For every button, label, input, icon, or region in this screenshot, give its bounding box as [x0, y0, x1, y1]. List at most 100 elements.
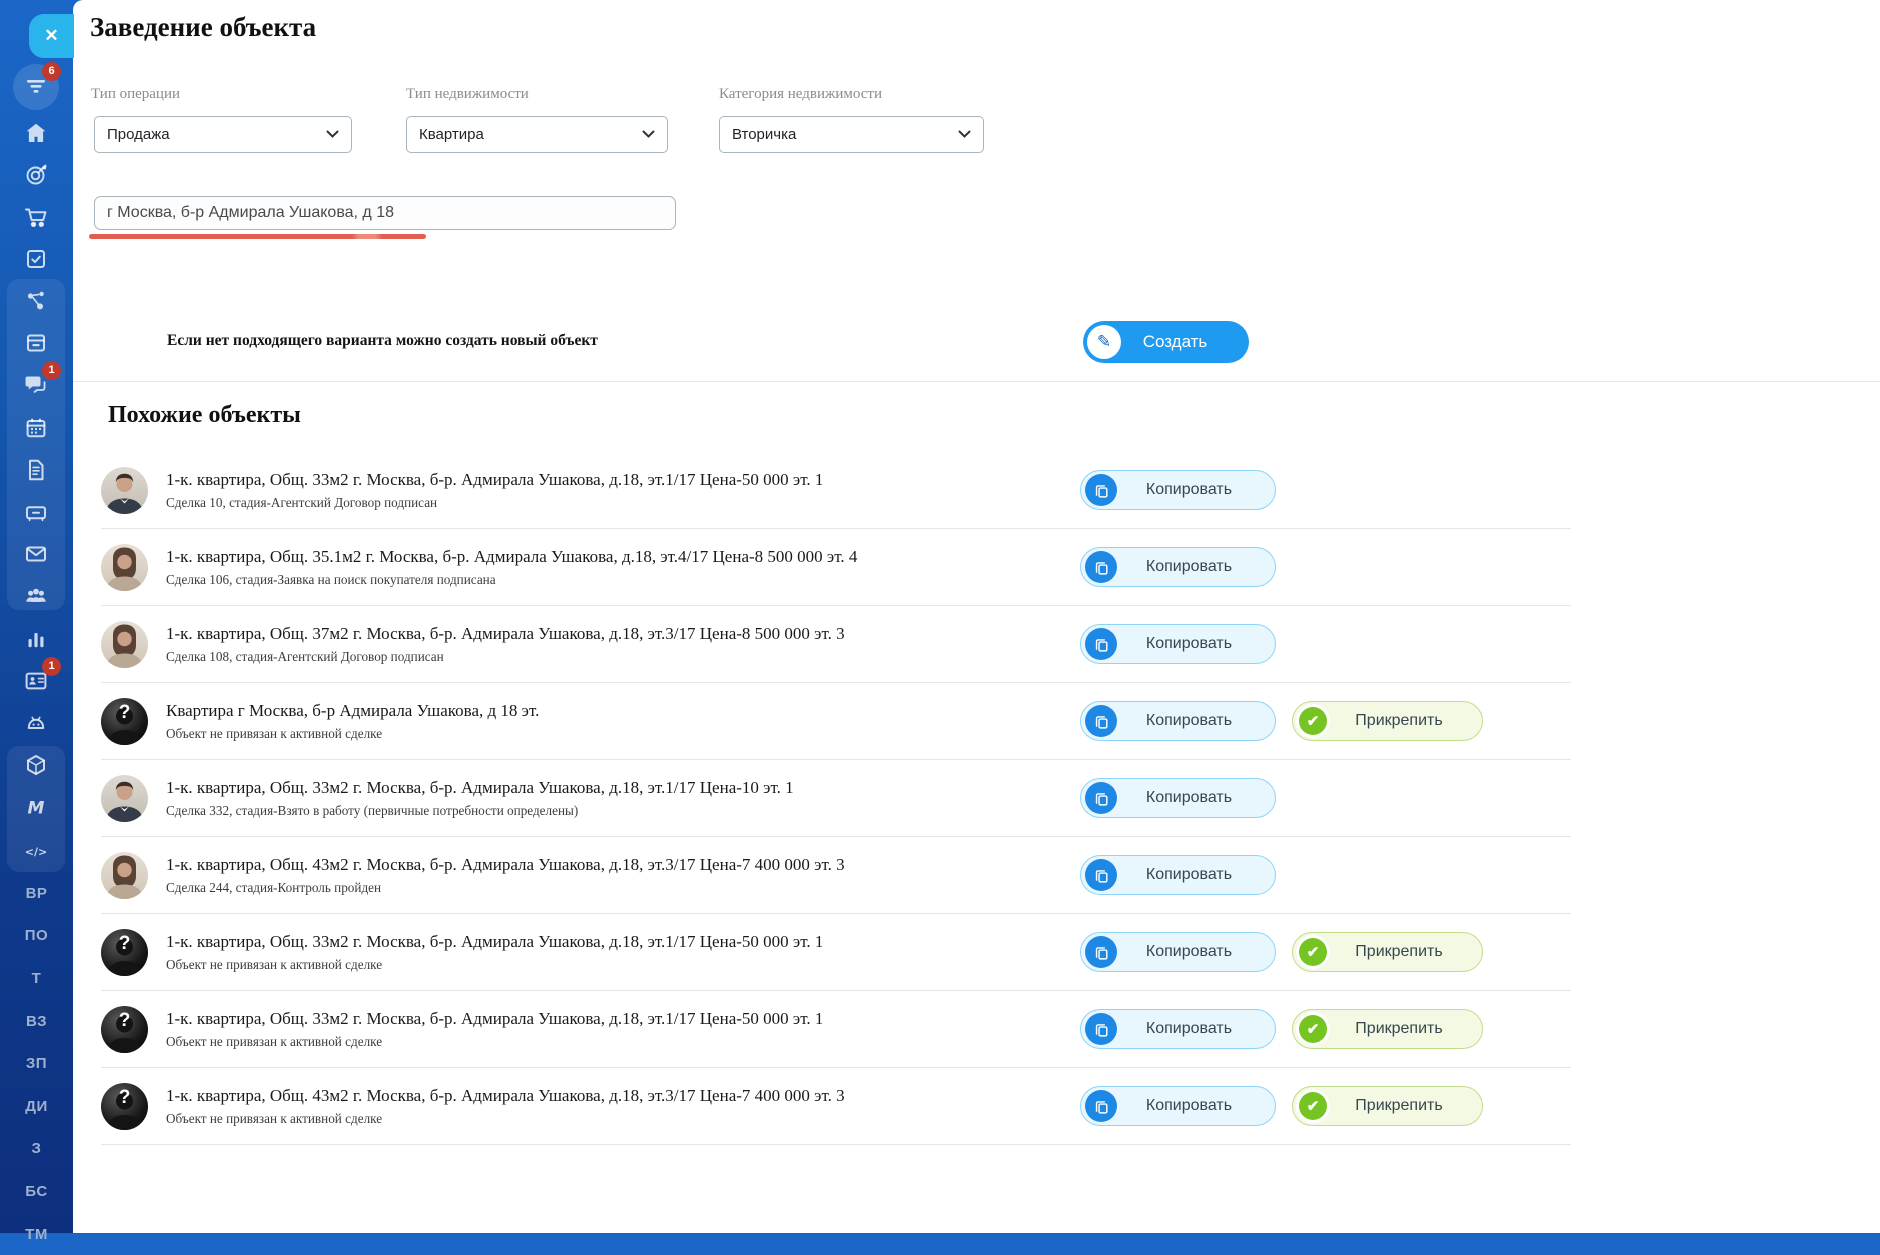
sidebar-text-menu: ВР ПО Т ВЗ ЗП ДИ З БС ТМ — [0, 872, 73, 1255]
similar-object-row: ? Квартира г Москва, б-р Адмирала Ушаков… — [101, 683, 1571, 760]
copy-button-label: Копировать — [1145, 789, 1233, 806]
attach-button[interactable]: ✔ Прикрепить — [1292, 701, 1483, 741]
sidebar-item-cube[interactable] — [15, 744, 57, 786]
sidebar-item-з[interactable]: З — [0, 1128, 73, 1171]
object-title: 1-к. квартира, Общ. 37м2 г. Москва, б-р.… — [166, 623, 845, 643]
copy-icon — [1085, 551, 1117, 583]
property-category-select[interactable]: Вторичка — [719, 116, 984, 153]
calendar-icon — [24, 416, 48, 440]
copy-button[interactable]: Копировать — [1080, 624, 1276, 664]
copy-button[interactable]: Копировать — [1080, 855, 1276, 895]
red-underline-annotation — [89, 234, 426, 239]
property-type-select[interactable]: Квартира — [406, 116, 668, 153]
copy-button-label: Копировать — [1145, 635, 1233, 652]
robot-icon — [24, 711, 48, 735]
sidebar-item-вз[interactable]: ВЗ — [0, 1000, 73, 1043]
similar-object-row: 1-к. квартира, Общ. 33м2 г. Москва, б-р.… — [101, 452, 1571, 529]
sidebar-item-ди[interactable]: ДИ — [0, 1085, 73, 1128]
sidebar-item-document[interactable] — [15, 449, 57, 491]
copy-icon — [1085, 782, 1117, 814]
copy-button[interactable]: Копировать — [1080, 470, 1276, 510]
copy-button-label: Копировать — [1145, 1020, 1233, 1037]
sidebar-item-chart[interactable] — [15, 618, 57, 660]
copy-button-label: Копировать — [1145, 558, 1233, 575]
sidebar-item-filter[interactable]: 6 — [15, 62, 61, 107]
copy-icon — [1085, 474, 1117, 506]
share-icon — [24, 289, 48, 313]
object-title: 1-к. квартира, Общ. 35.1м2 г. Москва, б-… — [166, 546, 858, 566]
target-icon — [24, 163, 48, 187]
sidebar-item-target[interactable] — [15, 154, 57, 196]
property-type-value: Квартира — [419, 126, 484, 143]
sidebar-item-robot[interactable] — [15, 702, 57, 744]
cart-icon — [24, 205, 48, 229]
sidebar-item-share[interactable] — [15, 280, 57, 322]
sidebar-item-users[interactable] — [15, 575, 57, 617]
object-status: Сделка 10, стадия-Агентский Договор подп… — [166, 494, 438, 510]
object-status: Объект не привязан к активной сделке — [166, 1110, 383, 1126]
sidebar-item-тм[interactable]: ТМ — [0, 1213, 73, 1255]
copy-button[interactable]: Копировать — [1080, 932, 1276, 972]
sidebar-item-contact-card[interactable]: 1 — [15, 657, 61, 702]
sidebar-item-бс[interactable]: БС — [0, 1170, 73, 1213]
check-icon: ✔ — [1296, 935, 1330, 969]
question-mark-icon: ? — [118, 1086, 131, 1108]
avatar — [101, 774, 148, 822]
similar-object-row: 1-к. квартира, Общ. 35.1м2 г. Москва, б-… — [101, 529, 1571, 606]
copy-button[interactable]: Копировать — [1080, 547, 1276, 587]
object-status: Сделка 244, стадия-Контроль пройден — [166, 879, 382, 895]
sidebar-item-вр[interactable]: ВР — [0, 872, 73, 915]
avatar: ? — [101, 928, 148, 976]
object-status: Объект не привязан к активной сделке — [166, 956, 383, 972]
copy-button[interactable]: Копировать — [1080, 1086, 1276, 1126]
object-status: Сделка 332, стадия-Взято в работу (перви… — [166, 802, 579, 818]
sidebar-item-cart[interactable] — [15, 196, 57, 238]
create-hint-text: Если нет подходящего варианта можно созд… — [167, 332, 598, 349]
sidebar-item-server[interactable] — [15, 322, 57, 364]
sidebar-item-home[interactable] — [15, 112, 57, 154]
cash-drawer-icon — [24, 500, 48, 524]
attach-button[interactable]: ✔ Прикрепить — [1292, 932, 1483, 972]
sidebar-item-по[interactable]: ПО — [0, 915, 73, 958]
attach-button[interactable]: ✔ Прикрепить — [1292, 1009, 1483, 1049]
create-button[interactable]: ✎ Создать — [1083, 321, 1249, 363]
chevron-down-icon — [326, 130, 339, 139]
operation-type-value: Продажа — [107, 126, 170, 143]
object-status: Сделка 106, стадия-Заявка на поиск покуп… — [166, 571, 496, 587]
address-input[interactable] — [94, 196, 676, 230]
sidebar-item-calendar[interactable] — [15, 407, 57, 449]
close-icon: ✕ — [44, 26, 59, 45]
copy-button[interactable]: Копировать — [1080, 1009, 1276, 1049]
similar-object-row: 1-к. квартира, Общ. 43м2 г. Москва, б-р.… — [101, 837, 1571, 914]
copy-button[interactable]: Копировать — [1080, 778, 1276, 818]
similar-object-row: 1-к. квартира, Общ. 33м2 г. Москва, б-р.… — [101, 760, 1571, 837]
object-status: Сделка 108, стадия-Агентский Договор под… — [166, 648, 444, 664]
operation-type-select[interactable]: Продажа — [94, 116, 352, 153]
sidebar-item-code[interactable]: </> — [15, 830, 57, 872]
sidebar-item-mail[interactable] — [15, 533, 57, 575]
attach-button[interactable]: ✔ Прикрепить — [1292, 1086, 1483, 1126]
copy-button-label: Копировать — [1145, 866, 1233, 883]
property-category-value: Вторичка — [732, 126, 797, 143]
copy-button-label: Копировать — [1145, 481, 1233, 498]
copy-icon — [1085, 859, 1117, 891]
close-panel-button[interactable]: ✕ — [29, 14, 74, 58]
sidebar-item-logo-m[interactable]: M — [15, 787, 57, 829]
copy-icon — [1085, 1090, 1117, 1122]
sidebar-item-зп[interactable]: ЗП — [0, 1042, 73, 1085]
sidebar-item-chat[interactable]: 1 — [15, 361, 61, 406]
section-divider — [73, 381, 1880, 382]
sidebar-item-т[interactable]: Т — [0, 957, 73, 1000]
check-icon: ✔ — [1296, 1012, 1330, 1046]
code-icon: </> — [24, 839, 48, 863]
question-mark-icon: ? — [118, 932, 131, 954]
attach-button-label: Прикрепить — [1355, 1097, 1443, 1114]
sidebar-item-cash-drawer[interactable] — [15, 491, 57, 533]
page-title: Заведение объекта — [90, 12, 317, 42]
similar-objects-list: 1-к. квартира, Общ. 33м2 г. Москва, б-р.… — [101, 452, 1571, 1145]
logo-m-icon: M — [24, 796, 48, 820]
copy-button[interactable]: Копировать — [1080, 701, 1276, 741]
sidebar-item-tasks[interactable] — [15, 238, 57, 280]
avatar — [101, 466, 148, 514]
chevron-down-icon — [958, 130, 971, 139]
